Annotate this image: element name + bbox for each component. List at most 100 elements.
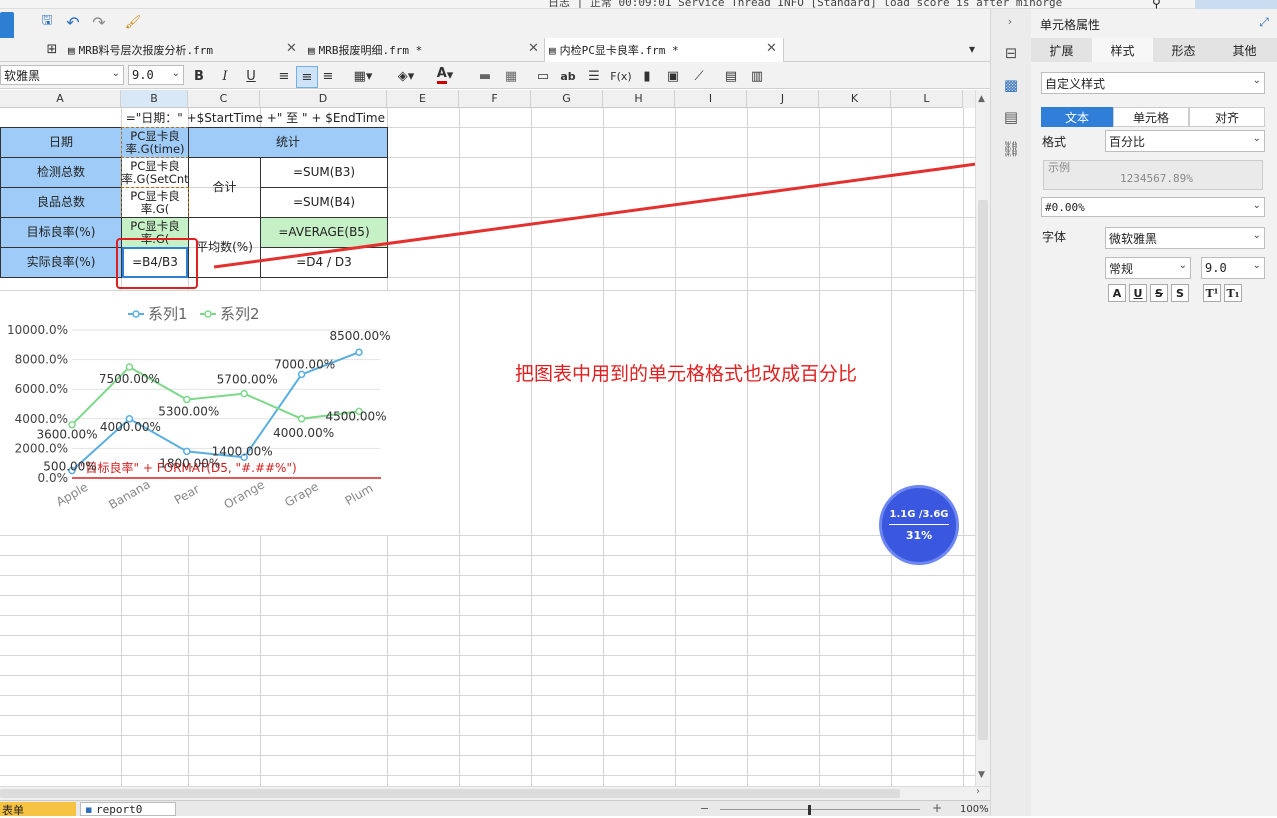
style-select[interactable]: 自定义样式 ⌄ <box>1041 72 1265 94</box>
chart-icon[interactable]: ▮ <box>638 67 656 85</box>
border-icon[interactable]: ▦▾ <box>350 67 376 85</box>
column-header[interactable]: C <box>188 90 260 108</box>
list-icon[interactable]: ▥ <box>748 67 766 85</box>
cell-a3[interactable]: 检测总数 <box>0 157 122 188</box>
scroll-right-icon[interactable]: › <box>976 786 980 797</box>
cell-a6[interactable]: 实际良率(%) <box>0 247 122 278</box>
chevron-right-icon[interactable]: › <box>1003 14 1017 28</box>
column-header[interactable]: G <box>531 90 603 108</box>
font-family-select[interactable]: 微软雅黑 ⌄ <box>1105 227 1265 249</box>
data-point[interactable] <box>297 370 306 379</box>
scroll-down-icon[interactable]: ▼ <box>978 770 985 780</box>
bold-icon[interactable]: A <box>1108 284 1126 302</box>
subtab-text[interactable]: 文本 <box>1041 107 1113 127</box>
sheet-tab-form[interactable]: 表单 <box>0 802 76 817</box>
column-header[interactable]: D <box>260 90 387 108</box>
cell-a5[interactable]: 目标良率(%) <box>0 217 122 248</box>
cell-b3[interactable]: PC显卡良率.G(SetCnt <box>121 157 189 188</box>
data-point[interactable] <box>125 363 134 371</box>
vertical-scrollbar[interactable]: ▲ ▼ <box>975 90 990 798</box>
slash-icon[interactable]: ⟋ <box>690 67 708 85</box>
legend-label[interactable]: 系列2 <box>220 305 260 323</box>
tab-pc-yield[interactable]: ▤ 内检PC显卡良率.frm * <box>544 38 784 62</box>
sheet-tab-report0[interactable]: ▪ report0 <box>80 802 176 816</box>
column-header[interactable]: F <box>459 90 531 108</box>
paragraph-icon[interactable]: ☰ <box>585 67 603 85</box>
image-icon[interactable]: ▣ <box>664 67 682 85</box>
unmerge-icon[interactable]: ▦ <box>502 67 520 85</box>
user-badge[interactable] <box>1195 0 1277 9</box>
merge-icon[interactable]: ▬ <box>476 67 494 85</box>
cell-element-icon[interactable]: ⊟ <box>1001 43 1021 63</box>
legend-label[interactable]: 系列1 <box>148 305 188 323</box>
font-name-select[interactable]: 软雅黑 ⌄ <box>0 65 124 85</box>
line-chart[interactable]: 0.0%2000.0%4000.0%6000.0%8000.0%10000.0%… <box>0 291 459 535</box>
cell-b2[interactable]: PC显卡良率.G(time) <box>121 127 189 158</box>
scroll-thumb[interactable] <box>0 789 900 798</box>
bold-icon[interactable]: B <box>190 67 208 85</box>
format-select[interactable]: 百分比 ⌄ <box>1105 130 1265 152</box>
subreport-icon[interactable]: ▤ <box>722 67 740 85</box>
align-left-icon[interactable]: ≡ <box>275 67 293 85</box>
column-header[interactable]: I <box>675 90 747 108</box>
data-point[interactable] <box>355 348 363 356</box>
shadow-icon[interactable]: S <box>1171 284 1189 302</box>
column-header[interactable]: B <box>121 90 188 108</box>
column-header[interactable]: K <box>819 90 891 108</box>
align-right-icon[interactable]: ≡ <box>319 67 337 85</box>
save-icon[interactable]: 🖫 <box>38 13 56 31</box>
column-header[interactable]: L <box>891 90 963 108</box>
zoom-in-icon[interactable]: + <box>932 801 942 815</box>
formula-icon[interactable]: F(x) <box>610 67 632 85</box>
format-painter-icon[interactable]: 🖌 <box>124 13 142 31</box>
subscript-icon[interactable]: T₁ <box>1224 284 1242 302</box>
data-point[interactable] <box>183 447 191 456</box>
fill-color-icon[interactable]: ◈▾ <box>392 67 420 85</box>
grid-view-icon[interactable]: ⊞ <box>44 41 60 57</box>
pin-icon[interactable]: ⤢ <box>1256 14 1272 30</box>
cell-a2[interactable]: 日期 <box>0 127 122 158</box>
cell-a4[interactable]: 良品总数 <box>0 187 122 218</box>
cell-b4[interactable]: PC显卡良率.G( <box>121 187 189 218</box>
zoom-slider-track[interactable] <box>720 809 920 810</box>
column-header[interactable]: E <box>387 90 459 108</box>
font-size-select[interactable]: 9.0 ⌄ <box>1201 257 1265 279</box>
data-point[interactable] <box>297 415 306 423</box>
subtab-align[interactable]: 对齐 <box>1189 107 1265 127</box>
font-size-select[interactable]: 9.0 ⌄ <box>128 65 184 85</box>
close-tab-icon[interactable]: ✕ <box>286 41 297 56</box>
tab-extend[interactable]: 扩展 <box>1031 38 1092 62</box>
superscript-icon[interactable]: T¹ <box>1203 284 1221 302</box>
column-header[interactable]: A <box>0 90 121 108</box>
redo-icon[interactable]: ↷ <box>90 13 108 32</box>
hyperlink-icon[interactable]: ⛓ <box>1001 139 1021 159</box>
tab-other[interactable]: 其他 <box>1214 38 1275 62</box>
font-style-select[interactable]: 常规 ⌄ <box>1105 257 1191 279</box>
tab-mrb-detail[interactable]: ▤ MRB报废明细.frm * <box>304 38 544 62</box>
underline-icon[interactable]: U <box>242 67 260 85</box>
data-point[interactable] <box>183 395 191 404</box>
tab-mrb-analysis[interactable]: ▤ MRB料号层次报废分析.frm <box>64 38 304 62</box>
close-tab-icon[interactable]: ✕ <box>528 41 539 56</box>
subtab-cell[interactable]: 单元格 <box>1113 107 1189 127</box>
column-header[interactable]: H <box>603 90 675 108</box>
underline-icon[interactable]: U <box>1129 284 1147 302</box>
font-color-icon[interactable]: A ▾ <box>428 65 462 85</box>
scroll-up-icon[interactable]: ▲ <box>978 94 985 104</box>
close-tab-icon[interactable]: ✕ <box>766 41 777 56</box>
strikethrough-icon[interactable]: S <box>1150 284 1168 302</box>
tab-form[interactable]: 形态 <box>1153 38 1214 62</box>
zoom-out-icon[interactable]: − <box>700 802 709 815</box>
template-icon[interactable]: ▤ <box>1001 107 1021 127</box>
horizontal-scrollbar[interactable]: › <box>0 786 990 800</box>
tab-style[interactable]: 样式 <box>1092 38 1153 62</box>
scroll-thumb[interactable] <box>978 200 988 740</box>
undo-icon[interactable]: ↶ <box>64 13 82 32</box>
column-header[interactable]: J <box>747 90 819 108</box>
zoom-slider-thumb[interactable] <box>808 805 811 815</box>
align-center-icon[interactable]: ≡ <box>296 66 318 88</box>
tab-list-icon[interactable]: ▾ <box>964 41 980 57</box>
memory-usage-widget[interactable]: 1.1G /3.6G 31% <box>879 485 959 565</box>
cell-attribute-icon[interactable]: ▩ <box>1001 75 1021 95</box>
data-point[interactable] <box>240 389 248 398</box>
